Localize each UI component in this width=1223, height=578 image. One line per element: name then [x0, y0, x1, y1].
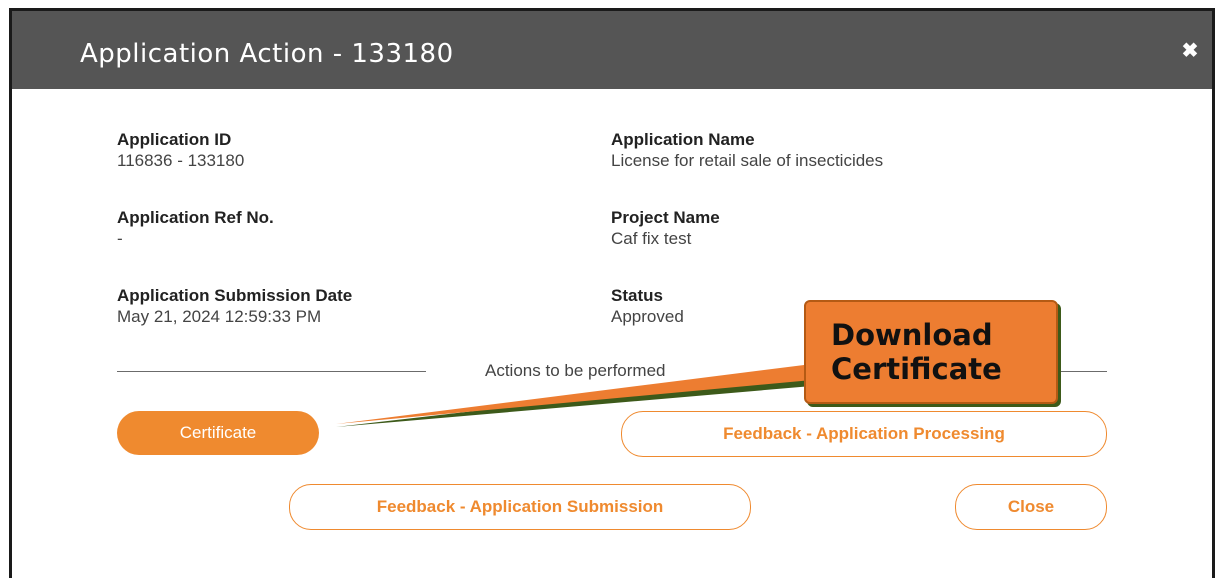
download-certificate-callout: Download Certificate	[804, 300, 1058, 404]
callout-arrow-pointer	[336, 364, 812, 424]
callout-line-1: Download	[831, 318, 993, 352]
callout-line-2: Certificate	[831, 352, 1002, 386]
callout-arrow	[336, 364, 812, 427]
